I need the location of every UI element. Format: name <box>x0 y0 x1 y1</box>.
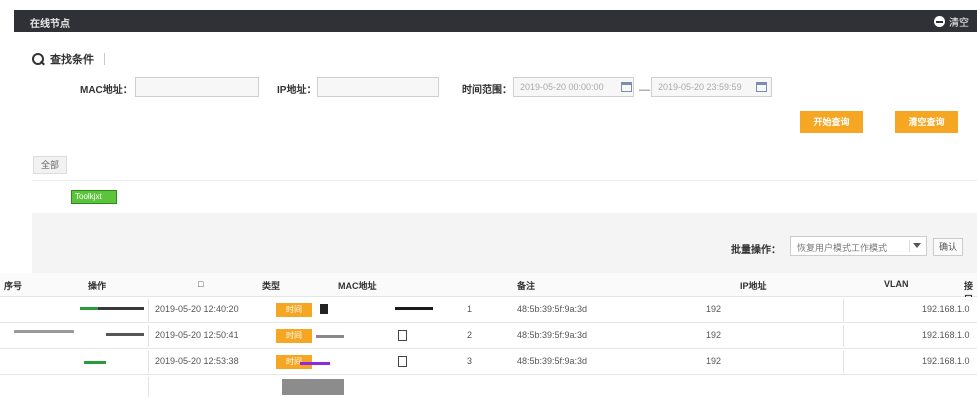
panel-title: 在线节点 <box>30 19 70 30</box>
row-time: 2019-05-20 12:50:41 <box>155 330 239 340</box>
row-checkbox[interactable] <box>398 356 407 367</box>
status-bar <box>80 307 98 310</box>
start-search-button[interactable]: 开始查询 <box>800 111 863 133</box>
table-row[interactable]: 2019-05-20 12:50:41 时间 2 48:5b:39:5f:9a:… <box>0 323 977 349</box>
start-time-value: 2019-05-20 00:00:00 <box>520 82 604 92</box>
status-bar <box>316 335 344 338</box>
row-checkbox[interactable] <box>398 330 407 341</box>
divider <box>148 325 149 347</box>
ip-label: IP地址： <box>277 85 317 96</box>
row-time: 2019-05-20 12:40:20 <box>155 304 239 314</box>
mac-label: MAC地址： <box>80 85 133 96</box>
row-ip: 192 <box>706 330 722 340</box>
column-header: 备注 <box>517 281 536 291</box>
clear-search-button[interactable]: 清空查询 <box>895 111 958 133</box>
minus-circle-icon <box>934 16 945 27</box>
type-badge: 时间 <box>276 303 312 317</box>
table-header: 序号 操作 □ 类型 MAC地址 备注 IP地址 VLAN 接口 <box>0 273 977 304</box>
start-time-input[interactable]: 2019-05-20 00:00:00 <box>513 77 634 97</box>
table-row[interactable] <box>0 375 977 397</box>
status-bar <box>98 307 144 310</box>
tab-all[interactable]: 全部 <box>33 156 67 174</box>
ip-input[interactable] <box>317 77 439 97</box>
search-title-label: 查找条件 <box>50 54 94 66</box>
end-time-value: 2019-05-20 23:59:59 <box>658 82 742 92</box>
status-bar <box>14 330 74 333</box>
table-row[interactable]: 2019-05-20 12:40:20 时间 1 48:5b:39:5f:9a:… <box>0 297 977 323</box>
column-header: 类型 <box>262 281 281 291</box>
column-header[interactable]: □ <box>198 279 203 289</box>
type-badge: 时间 <box>276 329 312 343</box>
row-port: 192.168.1.0 <box>922 330 970 340</box>
chevron-down-icon <box>909 240 922 252</box>
table-row[interactable]: 2019-05-20 12:53:38 时间 3 48:5b:39:5f:9a:… <box>0 349 977 375</box>
divider <box>843 325 844 347</box>
divider <box>32 180 977 181</box>
row-ip: 192 <box>706 304 722 314</box>
mac-input[interactable] <box>135 77 259 97</box>
batch-operation-select[interactable]: 恢复用户模式工作模式 <box>790 236 927 256</box>
filter-chip[interactable]: Toolkjxt <box>71 190 117 204</box>
row-mac: 48:5b:39:5f:9a:3d <box>517 304 588 314</box>
top-bar: 在线节点 清空 <box>14 10 977 32</box>
row-number: 3 <box>467 356 473 366</box>
divider <box>843 351 844 373</box>
clear-all-button[interactable]: 清空 <box>934 14 969 29</box>
row-port: 192.168.1.0 <box>922 304 970 314</box>
column-header: VLAN <box>884 279 909 289</box>
divider <box>148 377 149 397</box>
batch-operation-label: 批量操作： <box>731 245 781 256</box>
status-bar <box>84 361 106 364</box>
column-header: IP地址 <box>740 281 767 291</box>
search-section-title: 查找条件 <box>32 51 105 67</box>
clear-all-label: 清空 <box>949 18 969 29</box>
row-mac: 48:5b:39:5f:9a:3d <box>517 356 588 366</box>
calendar-icon[interactable] <box>621 82 632 92</box>
column-header: 操作 <box>88 281 107 291</box>
row-placeholder <box>282 379 344 395</box>
confirm-button[interactable]: 确认 <box>933 238 963 256</box>
range-separator: — <box>639 84 650 96</box>
row-ip: 192 <box>706 356 722 366</box>
row-time: 2019-05-20 12:53:38 <box>155 356 239 366</box>
row-number: 1 <box>467 304 473 314</box>
column-header: MAC地址 <box>338 281 377 291</box>
status-bar <box>395 307 433 310</box>
divider <box>148 299 149 321</box>
row-mac: 48:5b:39:5f:9a:3d <box>517 330 588 340</box>
divider <box>843 299 844 321</box>
row-number: 2 <box>467 330 473 340</box>
status-bar <box>300 362 330 365</box>
column-header: 序号 <box>4 281 23 291</box>
search-icon <box>32 53 44 65</box>
divider <box>148 351 149 373</box>
status-square <box>320 304 328 314</box>
calendar-icon[interactable] <box>756 82 767 92</box>
row-port: 192.168.1.0 <box>922 356 970 366</box>
batch-operation-selected: 恢复用户模式工作模式 <box>797 243 888 253</box>
time-range-label: 时间范围： <box>462 85 512 96</box>
status-bar <box>106 333 144 336</box>
end-time-input[interactable]: 2019-05-20 23:59:59 <box>651 77 772 97</box>
divider <box>104 53 105 65</box>
